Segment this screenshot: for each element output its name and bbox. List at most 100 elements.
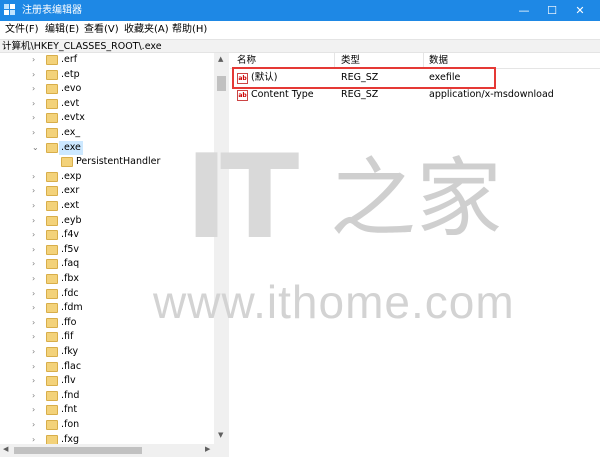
- tree-item[interactable]: › .eyb: [0, 214, 214, 228]
- folder-icon: [46, 215, 58, 226]
- tree-item[interactable]: › .evo: [0, 82, 214, 96]
- tree-item[interactable]: › .fif: [0, 330, 214, 344]
- scroll-thumb-horizontal[interactable]: [14, 447, 142, 454]
- folder-icon: [46, 128, 58, 138]
- chevron-right-icon[interactable]: ›: [32, 419, 35, 431]
- watermark-logo-cjk: 之家: [330, 149, 502, 249]
- tree-item[interactable]: › .fnt: [0, 403, 214, 417]
- minimize-button[interactable]: —: [510, 0, 538, 21]
- scroll-up-icon[interactable]: ▲: [218, 55, 223, 63]
- chevron-right-icon[interactable]: ›: [32, 375, 35, 387]
- tree-item[interactable]: › .fky: [0, 345, 214, 359]
- folder-icon: [46, 55, 58, 65]
- window-title: 注册表编辑器: [22, 5, 82, 16]
- scroll-right-icon[interactable]: ▶: [205, 445, 210, 453]
- highlight-annotation-box: [232, 67, 496, 89]
- tree-item[interactable]: › .exp: [0, 170, 214, 184]
- value-type: REG_SZ: [341, 89, 379, 100]
- tree-item[interactable]: › .etp: [0, 68, 214, 82]
- menu-edit[interactable]: 编辑(E): [45, 23, 79, 37]
- chevron-right-icon[interactable]: ›: [32, 288, 35, 300]
- folder-icon: [46, 142, 58, 153]
- chevron-right-icon[interactable]: ›: [32, 83, 35, 95]
- tree-item-label: .fon: [61, 419, 80, 430]
- chevron-right-icon[interactable]: ›: [32, 171, 35, 183]
- chevron-right-icon[interactable]: ›: [32, 302, 35, 314]
- chevron-right-icon[interactable]: ›: [32, 361, 35, 373]
- tree-item-label: .erf: [61, 54, 78, 65]
- folder-icon: [46, 274, 58, 284]
- chevron-right-icon[interactable]: ›: [32, 317, 35, 329]
- column-type[interactable]: 类型: [341, 55, 360, 67]
- address-bar[interactable]: 计算机\HKEY_CLASSES_ROOT\.exe: [0, 39, 600, 53]
- chevron-right-icon[interactable]: ›: [32, 331, 35, 343]
- chevron-right-icon[interactable]: ›: [32, 185, 35, 197]
- tree-item[interactable]: PersistentHandler: [0, 155, 214, 169]
- chevron-right-icon[interactable]: ›: [32, 54, 35, 66]
- chevron-right-icon[interactable]: ›: [32, 229, 35, 241]
- tree-item-label: .evtx: [61, 112, 85, 124]
- maximize-button[interactable]: ☐: [538, 0, 566, 21]
- scroll-left-icon[interactable]: ◀: [3, 445, 8, 453]
- tree-item-label: .evt: [61, 97, 80, 109]
- tree-item-label: .fif: [61, 331, 74, 343]
- folder-icon: [46, 303, 58, 314]
- title-bar: 注册表编辑器 — ☐ ✕: [0, 0, 600, 21]
- chevron-right-icon[interactable]: ›: [32, 112, 35, 124]
- folder-icon: [46, 186, 58, 197]
- chevron-right-icon[interactable]: ›: [32, 404, 35, 416]
- column-name[interactable]: 名称: [237, 55, 256, 67]
- tree-item[interactable]: › .f4v: [0, 228, 214, 242]
- minimize-icon: —: [518, 4, 530, 17]
- menu-view[interactable]: 查看(V): [84, 23, 119, 37]
- tree-item[interactable]: › .f5v: [0, 243, 214, 257]
- address-path: 计算机\HKEY_CLASSES_ROOT\.exe: [2, 41, 162, 52]
- chevron-right-icon[interactable]: ›: [32, 98, 35, 110]
- tree-item[interactable]: › .ex_: [0, 126, 214, 140]
- registry-editor-icon: [4, 4, 15, 15]
- tree-horizontal-scrollbar[interactable]: ◀ ▶: [0, 444, 229, 457]
- tree-item[interactable]: › .faq: [0, 257, 214, 271]
- tree-item-label: .exp: [61, 170, 82, 182]
- chevron-right-icon[interactable]: ›: [32, 244, 35, 256]
- chevron-right-icon[interactable]: ›: [32, 215, 35, 227]
- tree-item[interactable]: › .fnd: [0, 389, 214, 403]
- chevron-right-icon[interactable]: ›: [32, 69, 35, 81]
- tree-item-label: .fdc: [61, 287, 79, 299]
- folder-icon: [46, 171, 58, 182]
- tree-item[interactable]: › .exr: [0, 184, 214, 198]
- chevron-right-icon[interactable]: ›: [32, 346, 35, 358]
- tree-item[interactable]: › .evt: [0, 97, 214, 111]
- menu-help[interactable]: 帮助(H): [172, 23, 207, 37]
- tree-item-label: .eyb: [61, 214, 82, 226]
- tree-item-label: .fxg: [61, 433, 80, 444]
- tree-item[interactable]: › .flac: [0, 360, 214, 374]
- menu-bar: 文件(F) 编辑(E) 查看(V) 收藏夹(A) 帮助(H): [0, 21, 600, 39]
- chevron-right-icon[interactable]: ›: [32, 273, 35, 285]
- chevron-right-icon[interactable]: ›: [32, 127, 35, 139]
- menu-favorites[interactable]: 收藏夹(A): [124, 23, 169, 37]
- column-data[interactable]: 数据: [429, 55, 448, 67]
- tree-item[interactable]: › .flv: [0, 374, 214, 388]
- chevron-right-icon[interactable]: ›: [32, 200, 35, 212]
- tree-item[interactable]: › .ext: [0, 199, 214, 213]
- close-button[interactable]: ✕: [566, 0, 594, 21]
- tree-item[interactable]: › .erf: [0, 53, 214, 67]
- chevron-down-icon[interactable]: ⌄: [32, 142, 39, 154]
- chevron-right-icon[interactable]: ›: [32, 434, 35, 444]
- menu-file[interactable]: 文件(F): [5, 23, 39, 37]
- chevron-right-icon[interactable]: ›: [32, 258, 35, 270]
- chevron-right-icon[interactable]: ›: [32, 390, 35, 402]
- value-row-content-type[interactable]: ab Content Type REG_SZ application/x-msd…: [230, 87, 600, 103]
- scroll-down-icon[interactable]: ▼: [218, 431, 223, 439]
- tree-item-label: .f5v: [61, 243, 80, 255]
- folder-icon: [46, 288, 58, 299]
- tree-item[interactable]: ⌄ .exe: [0, 140, 214, 155]
- scroll-thumb[interactable]: [217, 76, 226, 91]
- folder-icon: [46, 201, 58, 211]
- tree-item[interactable]: › .evtx: [0, 111, 214, 125]
- tree-item[interactable]: › .fxg: [0, 433, 214, 444]
- folder-icon: [46, 84, 58, 95]
- tree-item[interactable]: › .fon: [0, 418, 214, 432]
- tree-item-label: .fnd: [61, 389, 80, 401]
